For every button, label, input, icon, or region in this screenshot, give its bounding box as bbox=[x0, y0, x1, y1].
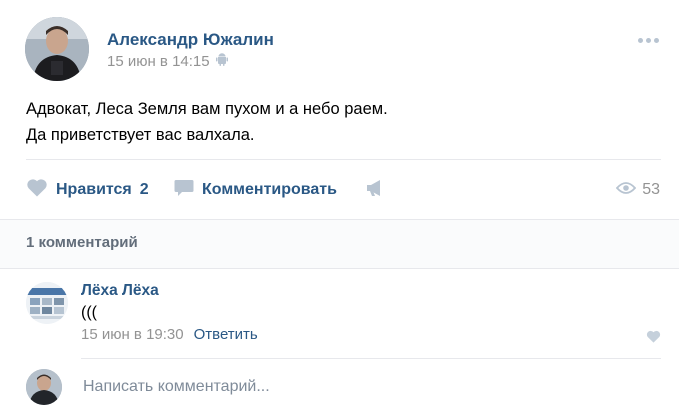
comment-input[interactable] bbox=[81, 372, 645, 402]
current-user-avatar bbox=[26, 369, 62, 405]
comments-count-label[interactable]: 1 комментарий bbox=[26, 234, 138, 251]
android-icon bbox=[215, 52, 228, 70]
divider bbox=[81, 358, 661, 359]
post-text: Адвокат, Леса Земля вам пухом и а небо р… bbox=[26, 96, 388, 148]
megaphone-icon bbox=[366, 179, 386, 202]
author-avatar[interactable] bbox=[25, 17, 89, 81]
post-text-line: Да приветствует вас валхала. bbox=[26, 126, 255, 144]
comment-meta: 15 июн в 19:30 Ответить bbox=[81, 326, 258, 343]
comment-label: Комментировать bbox=[202, 181, 337, 198]
like-label: Нравится bbox=[56, 181, 132, 198]
eye-icon bbox=[615, 181, 637, 200]
heart-icon bbox=[26, 178, 48, 202]
comment-button[interactable]: Комментировать bbox=[174, 176, 337, 204]
views-count: 53 bbox=[642, 181, 660, 198]
divider bbox=[26, 159, 661, 160]
post-text-line: Адвокат, Леса Земля вам пухом и а небо р… bbox=[26, 100, 388, 118]
views-counter: 53 bbox=[615, 176, 660, 204]
reply-button[interactable]: Ответить bbox=[194, 326, 258, 343]
comments-header: 1 комментарий bbox=[0, 220, 679, 268]
comment-author-avatar[interactable] bbox=[26, 282, 68, 324]
comment-date[interactable]: 15 июн в 19:30 bbox=[81, 326, 184, 343]
share-button[interactable] bbox=[366, 176, 386, 204]
comment-text: ((( bbox=[81, 304, 97, 321]
comment-icon bbox=[174, 179, 194, 202]
post-actions: Нравится 2 Комментировать 53 bbox=[26, 176, 666, 204]
post-date-row: 15 июн в 14:15 bbox=[107, 52, 228, 70]
like-button[interactable]: Нравится 2 bbox=[26, 176, 149, 204]
divider bbox=[0, 268, 679, 269]
comment-like-heart-icon[interactable] bbox=[646, 330, 661, 348]
like-count: 2 bbox=[139, 181, 149, 198]
post-author-name[interactable]: Александр Южалин bbox=[107, 30, 274, 50]
more-options-icon[interactable] bbox=[638, 36, 664, 44]
post-date[interactable]: 15 июн в 14:15 bbox=[107, 53, 210, 70]
wall-post: Александр Южалин 15 июн в 14:15 Адвокат,… bbox=[0, 0, 679, 420]
comment-author-name[interactable]: Лёха Лёха bbox=[81, 282, 159, 300]
